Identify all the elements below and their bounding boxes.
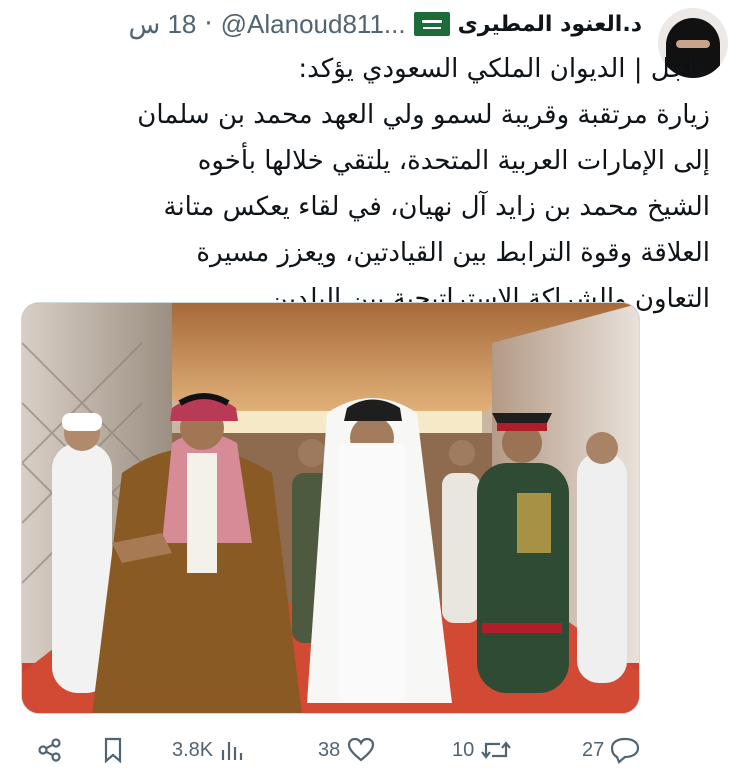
reply-button[interactable]: 27 (582, 728, 640, 772)
tweet-line: عاجل | الديوان الملكي السعودي يؤكد: (298, 54, 710, 84)
flag-sword (422, 27, 441, 29)
heart-icon (348, 737, 375, 762)
bookmark-button[interactable] (100, 728, 126, 772)
views-count: 3.8K (172, 738, 214, 761)
saudi-flag-icon (413, 12, 450, 36)
author-handle[interactable]: @Alanoud811... (221, 9, 406, 40)
author-name[interactable]: د.العنود المطيرى (458, 12, 642, 37)
tweet-line: الشيخ محمد بن زايد آل نهيان، في لقاء يعك… (163, 192, 711, 222)
tweet-photo[interactable] (21, 302, 640, 714)
tweet-card[interactable]: د.العنود المطيرى @Alanoud811... · 18 س ع… (0, 0, 750, 776)
tweet-text: عاجل | الديوان الملكي السعودي يؤكد: زيار… (60, 46, 710, 322)
tweet-line: زيارة مرتقبة وقريبة لسمو ولي العهد محمد … (137, 100, 710, 130)
retweet-button[interactable]: 10 (452, 728, 512, 772)
views-icon (222, 742, 243, 760)
views-button[interactable]: 3.8K (172, 728, 245, 772)
tweet-time[interactable]: 18 س (129, 9, 197, 40)
tweet-header: د.العنود المطيرى @Alanoud811... · 18 س (129, 8, 643, 40)
header-separator: · (204, 9, 213, 39)
photo-illustration (22, 303, 639, 713)
share-button[interactable] (36, 728, 64, 772)
likes-count: 38 (318, 738, 341, 761)
tweet-line: العلاقة وقوة الترابط بين القيادتين، ويعز… (196, 238, 710, 268)
share-icon (38, 738, 61, 762)
retweets-count: 10 (452, 738, 475, 761)
tweet-line: إلى الإمارات العربية المتحدة، يلتقي خلال… (197, 146, 710, 176)
retweet-icon (481, 741, 512, 759)
like-button[interactable]: 38 (318, 728, 376, 772)
bookmark-icon (104, 737, 122, 764)
reply-icon (611, 737, 640, 764)
action-bar: 3.8K 38 10 27 (0, 728, 750, 772)
replies-count: 27 (582, 738, 605, 761)
flag-script (421, 20, 442, 23)
